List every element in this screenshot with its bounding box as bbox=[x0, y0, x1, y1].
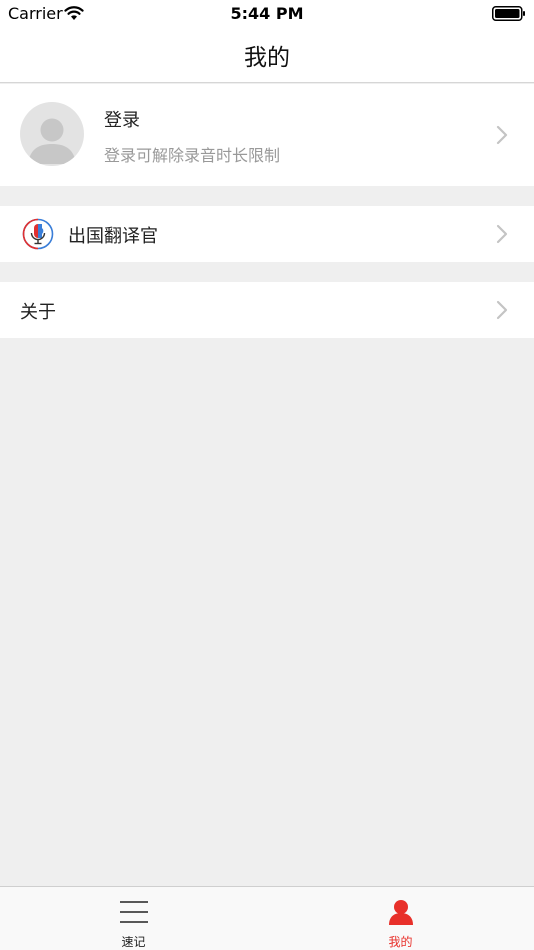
translator-row[interactable]: 出国翻译官 bbox=[0, 206, 534, 262]
login-row[interactable]: 登录 登录可解除录音时长限制 bbox=[0, 84, 534, 186]
login-title: 登录 bbox=[104, 110, 140, 131]
about-row[interactable]: 关于 bbox=[0, 282, 534, 338]
tab-mine[interactable]: 我的 bbox=[267, 887, 534, 950]
status-bar: Carrier 5:44 PM bbox=[0, 0, 534, 28]
person-icon bbox=[389, 900, 413, 925]
about-label: 关于 bbox=[20, 302, 56, 323]
login-subtitle: 登录可解除录音时长限制 bbox=[104, 146, 281, 165]
chevron-right-icon bbox=[496, 224, 508, 244]
clock-label: 5:44 PM bbox=[230, 4, 304, 23]
chevron-right-icon bbox=[496, 125, 508, 145]
menu-lines-icon bbox=[120, 901, 148, 923]
avatar-placeholder-icon bbox=[28, 118, 76, 164]
page-title: 我的 bbox=[244, 45, 290, 71]
battery-icon bbox=[492, 6, 525, 21]
tab-mine-label: 我的 bbox=[388, 935, 413, 949]
tab-notes[interactable]: 速记 bbox=[0, 887, 267, 950]
chevron-right-icon bbox=[496, 300, 508, 320]
tab-bar: 速记 我的 bbox=[0, 886, 534, 950]
avatar bbox=[20, 102, 84, 166]
translator-label: 出国翻译官 bbox=[68, 226, 158, 247]
navigation-bar: 我的 bbox=[0, 28, 534, 83]
app-screen: Carrier 5:44 PM 我的 登录 登录可解除录音时长限制 出国翻译官 … bbox=[0, 0, 534, 950]
microphone-app-icon bbox=[22, 218, 54, 250]
tab-notes-label: 速记 bbox=[121, 935, 146, 949]
